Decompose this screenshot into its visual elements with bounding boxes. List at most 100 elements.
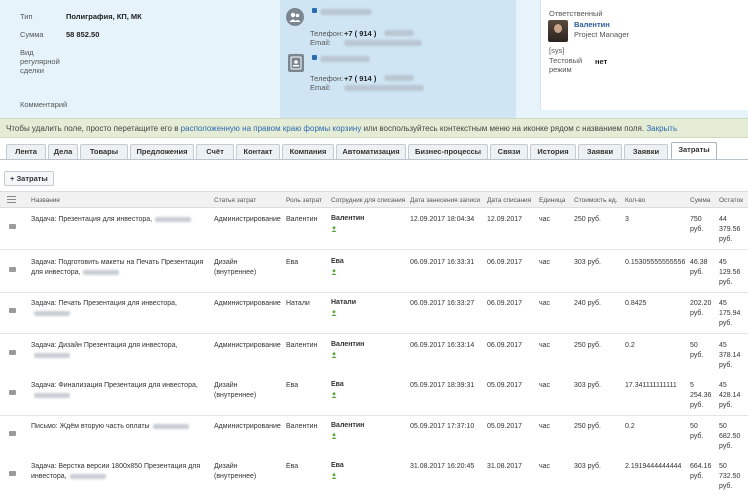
- phone-value-1[interactable]: +7 ( 914 ): [344, 29, 376, 38]
- column-settings-icon[interactable]: [7, 196, 16, 204]
- expense-name[interactable]: Задача: Верстка версии 1800х850 Презента…: [31, 462, 209, 482]
- tab-contact[interactable]: Контакт: [236, 144, 280, 159]
- expense-article: Администрирование: [214, 342, 281, 349]
- expense-employee[interactable]: Валентин: [331, 340, 364, 358]
- expense-name[interactable]: Задача: Финализация Презентация для инве…: [31, 381, 209, 401]
- expense-qty: 3: [625, 216, 629, 223]
- expense-employee[interactable]: Валентин: [331, 421, 364, 439]
- responsible-name[interactable]: Валентин: [574, 20, 610, 29]
- col-role[interactable]: Роль затрат: [286, 197, 322, 204]
- employee-status-icon: [331, 310, 337, 316]
- test-mode-label-2: режим: [549, 65, 572, 74]
- tab-products[interactable]: Товары: [80, 144, 128, 159]
- expense-employee[interactable]: Валентин: [331, 214, 364, 232]
- expense-employee[interactable]: Натали: [331, 298, 356, 316]
- sys-label: [sys]: [549, 46, 565, 55]
- trash-link[interactable]: расположенную на правом краю формы корзи…: [181, 124, 362, 133]
- close-info-link[interactable]: Закрыть: [646, 124, 677, 133]
- col-qty[interactable]: Кол-во: [625, 197, 645, 204]
- expense-created: 05.09.2017 18:39:31: [410, 382, 475, 389]
- expense-written: 06.09.2017: [487, 300, 523, 307]
- test-mode-value: нет: [595, 57, 608, 66]
- table-row[interactable]: Задача: Подготовить макеты на Печать Пре…: [0, 252, 748, 293]
- col-created[interactable]: Дата занесения записи: [410, 197, 480, 204]
- table-row[interactable]: Задача: Презентация для инвестора, Админи…: [0, 209, 748, 250]
- deal-info-panel: Тип Полиграфия, КП, МК Сумма 58 852.50 В…: [0, 0, 748, 118]
- col-name[interactable]: Название: [31, 197, 60, 204]
- add-expense-button[interactable]: + Затраты: [4, 171, 54, 186]
- expense-sum: 202.20 руб.: [690, 300, 712, 317]
- expense-qty: 0.2: [625, 342, 635, 349]
- expense-created: 12.09.2017 18:04:34: [410, 216, 475, 223]
- tab-feed[interactable]: Лента: [6, 144, 46, 159]
- expense-written: 05.09.2017: [487, 423, 523, 430]
- table-row[interactable]: Задача: Верстка версии 1800х850 Презента…: [0, 456, 748, 495]
- tab-tasks[interactable]: Дела: [48, 144, 78, 159]
- expense-rest: 45 129.56 руб.: [719, 259, 741, 286]
- col-written[interactable]: Дата списания: [487, 197, 531, 204]
- table-row[interactable]: Задача: Дизайн Презентация для инвестора…: [0, 335, 748, 376]
- expense-qty: 17.341111111111: [625, 382, 677, 389]
- expense-sum: 50 руб.: [690, 423, 704, 440]
- regular-label-3: сделки: [20, 66, 44, 75]
- expense-name[interactable]: Задача: Подготовить макеты на Печать Пре…: [31, 258, 209, 278]
- email-value-1[interactable]: [344, 40, 422, 46]
- type-value[interactable]: Полиграфия, КП, МК: [66, 12, 142, 21]
- drag-handle-icon[interactable]: [9, 267, 16, 272]
- phone-value-2[interactable]: +7 ( 914 ): [344, 74, 376, 83]
- col-price[interactable]: Стоимость ед.: [574, 197, 617, 204]
- expense-article: Дизайн (внутреннее): [214, 259, 257, 276]
- expense-rest: 50 682.50 руб.: [719, 423, 741, 450]
- expense-article: Администрирование: [214, 300, 281, 307]
- expense-written: 12.09.2017: [487, 216, 523, 223]
- drag-handle-icon[interactable]: [9, 431, 16, 436]
- contact-name-2[interactable]: [320, 56, 370, 62]
- avatar[interactable]: [548, 20, 568, 42]
- tab-offers[interactable]: Предложения: [130, 144, 194, 159]
- expense-written: 31.08.2017: [487, 463, 523, 470]
- drag-handle-icon[interactable]: [9, 390, 16, 395]
- col-rest[interactable]: Остаток: [719, 197, 743, 204]
- expense-created: 06.09.2017 16:33:14: [410, 342, 475, 349]
- tab-automation[interactable]: Автоматизация: [336, 144, 406, 159]
- contact-name-1[interactable]: [320, 9, 372, 15]
- tab-expenses[interactable]: Затраты: [671, 142, 717, 159]
- col-sum[interactable]: Сумма: [690, 197, 710, 204]
- contact-link-icon: [312, 8, 317, 13]
- col-employee[interactable]: Сотрудник для списания: [331, 197, 405, 204]
- tab-requests-2[interactable]: Заявки: [624, 144, 668, 159]
- employee-status-icon: [331, 226, 337, 232]
- expense-role: Ева: [286, 259, 299, 266]
- employee-status-icon: [331, 433, 337, 439]
- expense-employee[interactable]: Ева: [331, 257, 344, 275]
- sum-label: Сумма: [20, 30, 44, 39]
- expense-rest: 50 732.50 руб.: [719, 463, 741, 490]
- expense-name[interactable]: Задача: Печать Презентация для инвестора…: [31, 299, 209, 319]
- tab-links[interactable]: Связи: [490, 144, 528, 159]
- expense-employee[interactable]: Ева: [331, 461, 344, 479]
- table-row[interactable]: Письмо: Ждём вторую часть оплаты Админист…: [0, 416, 748, 457]
- table-row[interactable]: Задача: Финализация Презентация для инве…: [0, 375, 748, 416]
- drag-handle-icon[interactable]: [9, 224, 16, 229]
- info-text-2: или воспользуйтесь контекстным меню на и…: [361, 124, 647, 133]
- table-header: Название Статья затрат Роль затрат Сотру…: [0, 191, 748, 208]
- email-value-2[interactable]: [344, 85, 424, 91]
- tab-company[interactable]: Компания: [282, 144, 334, 159]
- table-row[interactable]: Задача: Печать Презентация для инвестора…: [0, 293, 748, 334]
- expense-price: 303 руб.: [574, 382, 601, 389]
- expense-employee[interactable]: Ева: [331, 380, 344, 398]
- drag-handle-icon[interactable]: [9, 350, 16, 355]
- col-unit[interactable]: Единица: [539, 197, 565, 204]
- expense-name[interactable]: Письмо: Ждём вторую часть оплаты: [31, 422, 209, 432]
- sum-value[interactable]: 58 852.50: [66, 30, 99, 39]
- email-label-2: Email:: [310, 83, 331, 92]
- expense-name[interactable]: Задача: Дизайн Презентация для инвестора…: [31, 341, 209, 361]
- expense-name[interactable]: Задача: Презентация для инвестора,: [31, 215, 209, 225]
- tab-invoice[interactable]: Счёт: [196, 144, 234, 159]
- tab-business-processes[interactable]: Бизнес-процессы: [408, 144, 488, 159]
- tab-requests-1[interactable]: Заявки: [578, 144, 622, 159]
- col-article[interactable]: Статья затрат: [214, 197, 256, 204]
- drag-handle-icon[interactable]: [9, 308, 16, 313]
- drag-handle-icon[interactable]: [9, 471, 16, 476]
- tab-history[interactable]: История: [530, 144, 576, 159]
